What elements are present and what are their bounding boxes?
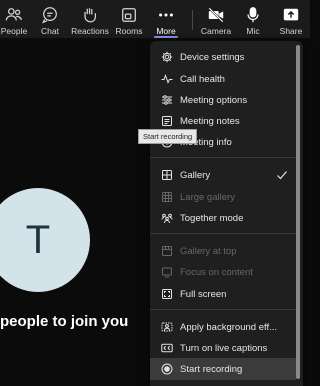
more-menu: Device settings Call health Meeting opti… xyxy=(150,41,303,386)
invite-message: people to join you xyxy=(0,313,129,330)
menu-item-full-screen[interactable]: Full screen xyxy=(150,283,296,305)
focus-icon xyxy=(161,266,173,278)
menu-item-gallery[interactable]: Gallery xyxy=(150,164,296,186)
gallery-top-icon xyxy=(161,245,173,257)
checkmark-icon xyxy=(277,171,287,180)
reactions-label: Reactions xyxy=(71,26,109,36)
people-button[interactable]: People xyxy=(0,0,28,38)
menu-item-label: Gallery at top xyxy=(180,245,237,257)
more-button[interactable]: More xyxy=(154,0,178,38)
menu-item-label: Start recording xyxy=(180,363,243,375)
chat-icon xyxy=(40,6,60,24)
mic-label: Mic xyxy=(246,26,260,36)
mic-button[interactable]: Mic xyxy=(242,0,264,38)
large-gallery-icon xyxy=(161,191,173,203)
menu-item-call-health[interactable]: Call health xyxy=(150,68,296,90)
rooms-label: Rooms xyxy=(115,26,143,36)
gear-icon xyxy=(161,51,173,63)
more-icon xyxy=(156,6,176,24)
menu-item-start-recording[interactable]: Start recording xyxy=(150,358,296,380)
menu-separator xyxy=(150,309,296,310)
chat-label: Chat xyxy=(41,26,59,36)
people-icon xyxy=(4,6,24,24)
share-label: Share xyxy=(279,26,303,36)
background-effects-icon xyxy=(161,321,173,333)
menu-separator xyxy=(150,157,296,158)
share-button[interactable]: Share xyxy=(278,0,304,38)
pulse-icon xyxy=(161,73,173,85)
menu-item-label: Meeting options xyxy=(180,94,248,106)
record-icon xyxy=(161,363,173,375)
menu-item-label: Call health xyxy=(180,73,225,85)
mic-icon xyxy=(243,6,263,24)
menu-item-focus-on-content[interactable]: Focus on content xyxy=(150,261,296,283)
reactions-icon xyxy=(80,6,100,24)
menu-item-large-gallery[interactable]: Large gallery xyxy=(150,186,296,208)
more-label: More xyxy=(156,26,176,36)
notes-icon xyxy=(161,115,173,127)
rooms-icon xyxy=(119,6,139,24)
menu-separator xyxy=(150,233,296,234)
captions-icon xyxy=(161,342,173,354)
menu-item-label: Turn on live captions xyxy=(180,342,268,354)
menu-item-gallery-at-top[interactable]: Gallery at top xyxy=(150,240,296,262)
menu-item-live-captions[interactable]: Turn on live captions xyxy=(150,337,296,359)
rooms-button[interactable]: Rooms xyxy=(116,0,142,38)
menu-item-label: Focus on content xyxy=(180,266,253,278)
share-icon xyxy=(281,6,301,24)
menu-item-label: Meeting notes xyxy=(180,115,240,127)
menu-item-label: Apply background eff... xyxy=(180,321,277,333)
menu-item-meeting-options[interactable]: Meeting options xyxy=(150,89,296,111)
fullscreen-icon xyxy=(161,288,173,300)
menu-item-label: Large gallery xyxy=(180,191,235,203)
participant-avatar: T xyxy=(0,188,90,292)
more-active-indicator xyxy=(154,36,178,38)
reactions-button[interactable]: Reactions xyxy=(71,0,109,38)
tooltip: Start recording xyxy=(138,129,198,144)
avatar-initial: T xyxy=(25,217,51,262)
camera-label: Camera xyxy=(200,26,232,36)
menu-item-label: Together mode xyxy=(180,212,244,224)
menu-item-label: Device settings xyxy=(180,51,245,63)
menu-item-label: Gallery xyxy=(180,169,211,181)
sliders-icon xyxy=(161,94,173,106)
gallery-icon xyxy=(161,169,173,181)
menu-item-together-mode[interactable]: Together mode xyxy=(150,207,296,229)
menu-item-label: Full screen xyxy=(180,288,227,300)
meeting-toolbar: People Chat Reactions Rooms More Camera xyxy=(0,0,310,38)
people-label: People xyxy=(0,26,28,36)
together-mode-icon xyxy=(161,212,173,224)
camera-off-icon xyxy=(206,6,226,24)
menu-item-device-settings[interactable]: Device settings xyxy=(150,46,296,68)
menu-scrollbar[interactable] xyxy=(296,45,300,379)
camera-button[interactable]: Camera xyxy=(200,0,232,38)
menu-item-background-effects[interactable]: Apply background eff... xyxy=(150,316,296,338)
chat-button[interactable]: Chat xyxy=(38,0,62,38)
toolbar-divider xyxy=(192,10,193,30)
